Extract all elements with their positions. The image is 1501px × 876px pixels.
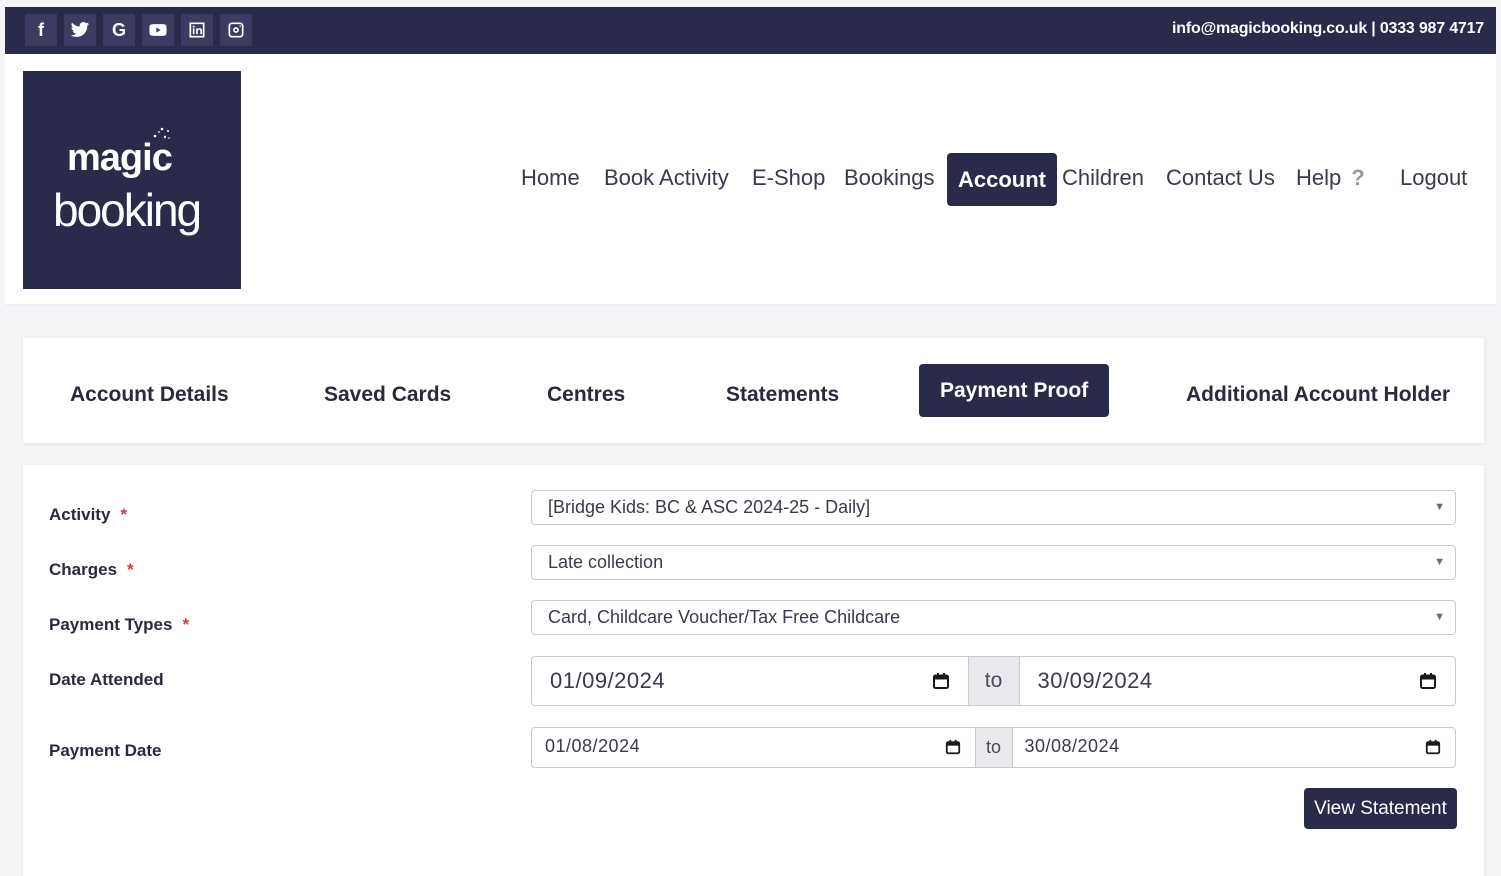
- payment-date-to-input[interactable]: 30/08/2024: [1013, 728, 1456, 767]
- payment-date-range: 01/08/2024 to 30/08/2024: [531, 727, 1456, 768]
- nav-home[interactable]: Home: [521, 165, 580, 191]
- google-glyph: G: [111, 19, 126, 40]
- charges-value: Late collection: [548, 552, 664, 572]
- activity-select[interactable]: [Bridge Kids: BC & ASC 2024-25 - Daily] …: [531, 490, 1456, 525]
- payment-types-label-text: Payment Types: [49, 615, 173, 634]
- social-links: f G: [25, 14, 252, 46]
- date-attended-range: 01/09/2024 to 30/09/2024: [531, 656, 1456, 706]
- youtube-icon[interactable]: [142, 14, 174, 46]
- nav-eshop[interactable]: E-Shop: [752, 165, 825, 191]
- date-attended-from-input[interactable]: 01/09/2024: [532, 657, 968, 705]
- date-attended-to-input[interactable]: 30/09/2024: [1020, 657, 1456, 705]
- instagram-icon[interactable]: [220, 14, 252, 46]
- page: f G info@magicbooking.co.uk | 0333 987 4…: [5, 7, 1496, 876]
- facebook-icon[interactable]: f: [25, 14, 57, 46]
- chevron-down-icon: ▼: [1434, 556, 1445, 568]
- nav-bookings[interactable]: Bookings: [844, 165, 935, 191]
- calendar-icon[interactable]: [945, 739, 961, 755]
- tab-payment-proof[interactable]: Payment Proof: [919, 364, 1110, 417]
- chevron-down-icon: ▼: [1434, 611, 1445, 623]
- main-nav: Home Book Activity E-Shop Bookings Accou…: [5, 54, 1496, 304]
- payment-types-label: Payment Types *: [49, 615, 189, 635]
- nav-contact-us[interactable]: Contact Us: [1166, 165, 1275, 191]
- payment-date-to-separator: to: [974, 728, 1013, 767]
- required-mark: *: [120, 505, 128, 524]
- tab-additional-account-holder[interactable]: Additional Account Holder: [1186, 383, 1450, 407]
- site-header: magic booking Home Book Activity E-Shop …: [5, 54, 1496, 306]
- top-bar: f G info@magicbooking.co.uk | 0333 987 4…: [5, 7, 1496, 54]
- required-mark: *: [127, 560, 134, 579]
- tab-saved-cards[interactable]: Saved Cards: [324, 383, 451, 407]
- charges-label-text: Charges: [49, 560, 118, 579]
- calendar-icon[interactable]: [1425, 739, 1441, 755]
- twitter-icon[interactable]: [64, 14, 96, 46]
- account-tabs: Account Details Saved Cards Centres Stat…: [23, 338, 1484, 443]
- nav-help-label: Help: [1296, 165, 1342, 190]
- tab-account-details[interactable]: Account Details: [70, 383, 229, 407]
- payment-date-from-value: 01/08/2024: [545, 736, 641, 756]
- payment-proof-form: Activity * [Bridge Kids: BC & ASC 2024-25…: [23, 465, 1484, 876]
- facebook-glyph: f: [38, 19, 44, 40]
- nav-help[interactable]: Help?: [1296, 165, 1365, 191]
- date-attended-to-separator: to: [967, 657, 1020, 705]
- tab-centres[interactable]: Centres: [547, 383, 625, 407]
- nav-logout[interactable]: Logout: [1400, 165, 1467, 191]
- calendar-icon[interactable]: [1419, 672, 1437, 690]
- activity-value: [Bridge Kids: BC & ASC 2024-25 - Daily]: [548, 497, 871, 517]
- view-statement-button[interactable]: View Statement: [1304, 788, 1457, 829]
- payment-types-value: Card, Childcare Voucher/Tax Free Childca…: [548, 607, 901, 627]
- payment-date-from-input[interactable]: 01/08/2024: [532, 728, 975, 767]
- tab-statements[interactable]: Statements: [726, 383, 839, 407]
- contact-info[interactable]: info@magicbooking.co.uk | 0333 987 4717: [1172, 20, 1484, 38]
- activity-label: Activity *: [49, 505, 127, 525]
- payment-date-to-value: 30/08/2024: [1024, 736, 1120, 756]
- date-attended-label: Date Attended: [49, 670, 164, 689]
- activity-label-text: Activity: [49, 505, 111, 524]
- date-attended-to-value: 30/09/2024: [1037, 668, 1153, 693]
- nav-book-activity[interactable]: Book Activity: [604, 165, 729, 191]
- payment-date-label: Payment Date: [49, 741, 162, 760]
- help-icon: ?: [1351, 165, 1365, 190]
- linkedin-icon[interactable]: [181, 14, 213, 46]
- google-icon[interactable]: G: [103, 14, 135, 46]
- charges-label: Charges *: [49, 560, 134, 580]
- nav-children[interactable]: Children: [1062, 165, 1144, 191]
- chevron-down-icon: ▼: [1434, 501, 1445, 513]
- calendar-icon[interactable]: [932, 672, 950, 690]
- nav-account[interactable]: Account: [947, 153, 1057, 206]
- required-mark: *: [182, 615, 190, 634]
- date-attended-from-value: 01/09/2024: [550, 668, 666, 693]
- payment-types-select[interactable]: Card, Childcare Voucher/Tax Free Childca…: [531, 600, 1456, 635]
- charges-select[interactable]: Late collection ▼: [531, 545, 1456, 580]
